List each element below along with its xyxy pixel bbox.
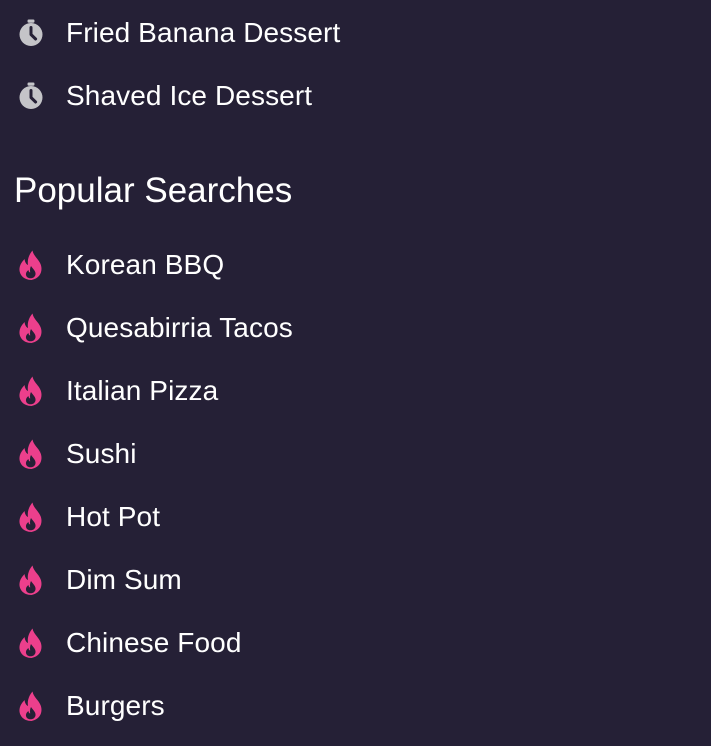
clock-icon xyxy=(16,81,46,111)
popular-search-label: Chinese Food xyxy=(66,627,242,658)
popular-searches-title: Popular Searches xyxy=(14,171,293,210)
fire-icon xyxy=(16,313,46,343)
popular-search-item[interactable]: Chinese Food xyxy=(0,621,711,665)
recent-search-item[interactable]: Shaved Ice Dessert xyxy=(0,74,711,118)
popular-search-item[interactable]: Hot Pot xyxy=(0,495,711,539)
fire-icon xyxy=(16,565,46,595)
recent-search-item[interactable]: Fried Banana Dessert xyxy=(0,11,711,55)
popular-search-label: Burgers xyxy=(66,690,165,721)
fire-icon xyxy=(16,502,46,532)
popular-search-label: Italian Pizza xyxy=(66,375,219,406)
popular-search-item[interactable]: Italian Pizza xyxy=(0,369,711,413)
fire-icon xyxy=(16,439,46,469)
popular-search-item[interactable]: Korean BBQ xyxy=(0,243,711,287)
popular-search-label: Korean BBQ xyxy=(66,249,225,280)
popular-search-label: Hot Pot xyxy=(66,501,161,532)
popular-search-item[interactable]: Quesabirria Tacos xyxy=(0,306,711,350)
popular-search-label: Dim Sum xyxy=(66,564,182,595)
recent-search-label: Fried Banana Dessert xyxy=(66,17,341,48)
popular-search-label: Sushi xyxy=(66,438,137,469)
clock-icon xyxy=(16,18,46,48)
fire-icon xyxy=(16,250,46,280)
popular-search-item[interactable]: Dim Sum xyxy=(0,558,711,602)
fire-icon xyxy=(16,376,46,406)
recent-search-label: Shaved Ice Dessert xyxy=(66,80,313,111)
fire-icon xyxy=(16,628,46,658)
popular-search-label: Quesabirria Tacos xyxy=(66,312,293,343)
popular-search-item[interactable]: Sushi xyxy=(0,432,711,476)
fire-icon xyxy=(16,691,46,721)
popular-search-item[interactable]: Burgers xyxy=(0,684,711,728)
